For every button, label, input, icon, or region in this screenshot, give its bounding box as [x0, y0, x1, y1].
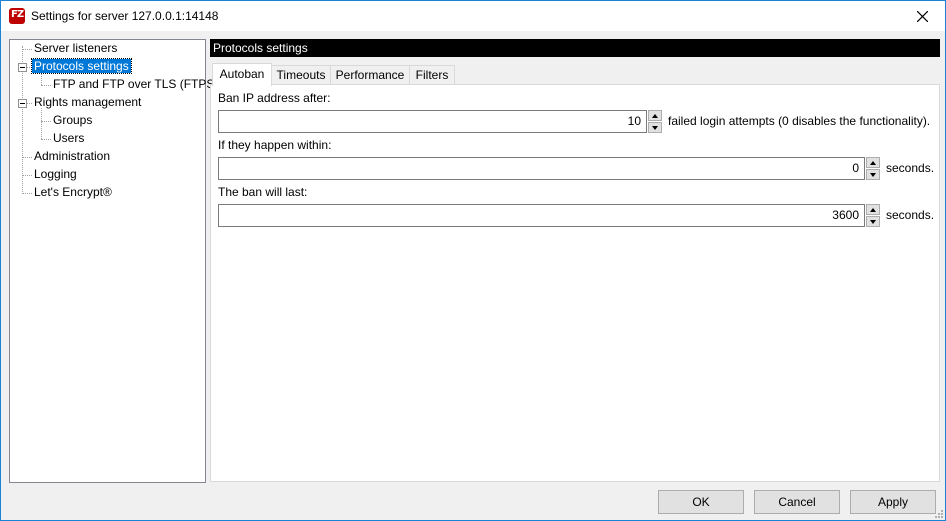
spin-up-button[interactable] [648, 110, 662, 121]
window-title: Settings for server 127.0.0.1:14148 [31, 9, 219, 23]
cancel-button[interactable]: Cancel [754, 490, 840, 514]
tree-item-label: Users [53, 131, 85, 145]
ban-after-input[interactable]: 10 [218, 110, 647, 133]
collapse-toggle-protocols[interactable] [18, 63, 27, 72]
ban-duration-spinner [866, 204, 880, 227]
app-icon-text: FZ [11, 9, 24, 20]
ban-after-suffix: failed login attempts (0 disables the fu… [668, 114, 931, 128]
tree-item-label: FTP and FTP over TLS (FTPS) [53, 77, 219, 91]
settings-window: FZ Settings for server 127.0.0.1:14148 S… [0, 0, 946, 521]
within-suffix: seconds. [886, 161, 935, 175]
tree-item-label: Administration [34, 149, 111, 163]
tree-connector [22, 175, 32, 176]
within-spinner [866, 157, 880, 180]
ban-after-spinner [648, 110, 662, 133]
settings-tree[interactable]: Server listeners Protocols settings FTP … [9, 39, 218, 483]
tree-connector [41, 121, 51, 122]
tree-item-server-listeners[interactable]: Server listeners [34, 40, 117, 57]
tree-item-label: Groups [53, 113, 93, 127]
tree-item-administration[interactable]: Administration [34, 148, 110, 165]
spin-down-button[interactable] [866, 216, 880, 227]
ban-after-label: Ban IP address after: [218, 91, 331, 105]
tree-connector [41, 85, 51, 86]
arrow-up-icon [652, 114, 658, 118]
resize-grip-icon[interactable] [933, 508, 943, 518]
tree-item-lets-encrypt[interactable]: Let's Encrypt® [34, 184, 112, 201]
tree-item-label: Let's Encrypt® [34, 185, 112, 199]
tree-connector [41, 139, 51, 140]
arrow-up-icon [870, 161, 876, 165]
arrow-down-icon [652, 126, 658, 130]
spin-down-button[interactable] [866, 169, 880, 180]
tab-filters[interactable]: Filters [409, 65, 455, 85]
filezilla-icon: FZ [9, 8, 25, 24]
title-bar[interactable]: FZ Settings for server 127.0.0.1:14148 [1, 1, 945, 31]
ok-button[interactable]: OK [658, 490, 744, 514]
panel-header: Protocols settings [210, 39, 940, 57]
apply-button[interactable]: Apply [850, 490, 936, 514]
spin-down-button[interactable] [648, 122, 662, 133]
tree-item-label: Rights management [34, 95, 142, 109]
close-button[interactable] [900, 1, 945, 31]
within-input[interactable]: 0 [218, 157, 865, 180]
tree-item-protocols-settings[interactable]: Protocols settings [31, 58, 132, 75]
ban-duration-input[interactable]: 3600 [218, 204, 865, 227]
arrow-down-icon [870, 220, 876, 224]
tree-item-groups[interactable]: Groups [53, 112, 92, 129]
tree-connector [22, 49, 32, 50]
tab-timeouts[interactable]: Timeouts [271, 65, 331, 85]
spin-up-button[interactable] [866, 204, 880, 215]
tree-item-label: Server listeners [34, 41, 118, 55]
tree-item-label: Protocols settings [31, 58, 132, 74]
tree-item-rights-management[interactable]: Rights management [34, 94, 141, 111]
close-icon [917, 10, 928, 22]
tree-item-logging[interactable]: Logging [34, 166, 77, 183]
arrow-up-icon [870, 208, 876, 212]
tree-connector [27, 103, 32, 104]
spin-up-button[interactable] [866, 157, 880, 168]
collapse-toggle-rights[interactable] [18, 99, 27, 108]
tree-item-label: Logging [34, 167, 77, 181]
tree-connector [22, 193, 32, 194]
ban-duration-suffix: seconds. [886, 208, 935, 222]
tab-strip: Autoban Timeouts Performance Filters [210, 63, 940, 86]
tree-item-ftp-ftps[interactable]: FTP and FTP over TLS (FTPS) [53, 76, 218, 93]
tree-item-users[interactable]: Users [53, 130, 84, 147]
tree-connector [22, 157, 32, 158]
within-label: If they happen within: [218, 138, 332, 152]
tab-performance[interactable]: Performance [330, 65, 410, 85]
tree-connector [41, 108, 42, 139]
tab-autoban[interactable]: Autoban [212, 63, 272, 86]
ban-duration-label: The ban will last: [218, 185, 308, 199]
arrow-down-icon [870, 173, 876, 177]
